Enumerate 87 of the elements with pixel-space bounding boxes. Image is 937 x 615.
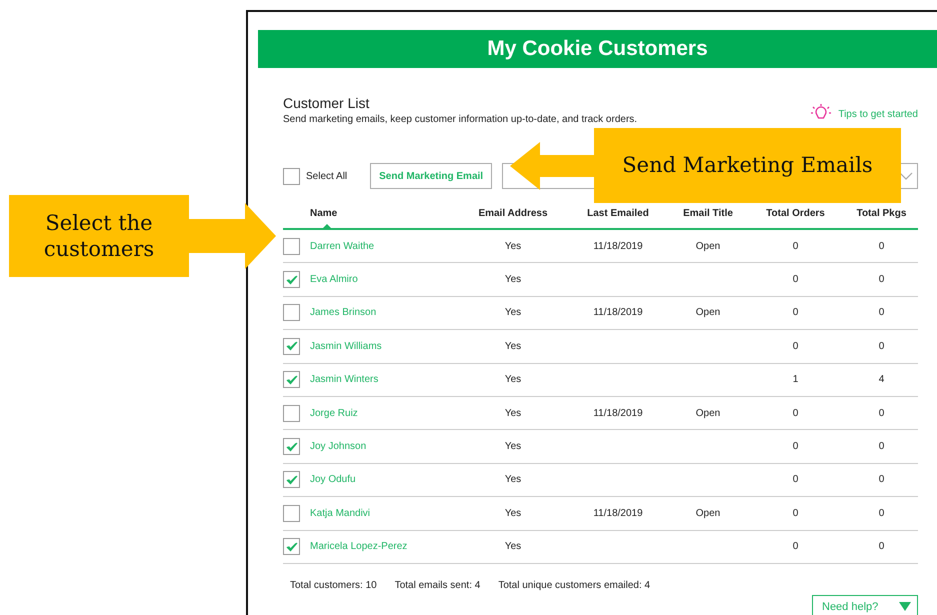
check-icon [286, 542, 298, 552]
section-heading: Customer List [283, 95, 370, 111]
checkbox[interactable] [283, 538, 300, 556]
arrow-left-icon [510, 142, 594, 190]
customer-name-link[interactable]: Katja Mandivi [310, 508, 370, 519]
section-description: Send marketing emails, keep customer information up-to-date, and track orders. [283, 114, 638, 125]
table-cell: 0 [878, 240, 884, 252]
table-cell: Yes [504, 374, 522, 386]
checkbox[interactable] [283, 338, 300, 355]
checkbox[interactable] [283, 371, 300, 388]
table-cell: 0 [792, 508, 798, 519]
table-cell: 11/18/2019 [593, 408, 643, 419]
table-cell: 0 [878, 474, 884, 486]
table-cell: Yes [504, 240, 522, 252]
table-cell: 0 [878, 508, 884, 519]
table-cell: Yes [504, 541, 522, 552]
table-cell: Yes [504, 340, 522, 352]
table-cell: Open [696, 240, 720, 252]
help-dropdown-button[interactable]: Need help? [812, 594, 918, 615]
checkbox[interactable] [283, 438, 300, 456]
checkbox[interactable] [283, 471, 300, 488]
table-cell: Yes [504, 474, 522, 486]
table-cell: 0 [878, 274, 884, 286]
app-title: My Cookie Customers [258, 30, 937, 68]
check-icon [286, 442, 298, 452]
table-cell: Yes [504, 508, 522, 519]
table-cell: Yes [504, 441, 522, 452]
table-cell: Open [696, 508, 720, 519]
table-cell: 11/18/2019 [593, 240, 643, 252]
checkbox[interactable] [283, 168, 300, 184]
table-cell: 11/18/2019 [593, 307, 643, 318]
column-header[interactable]: Name [283, 208, 458, 228]
table-cell: Yes [504, 307, 522, 318]
customer-name-link[interactable]: Eva Almiro [310, 274, 358, 286]
table-cell: 0 [792, 541, 798, 552]
arrow-right-icon [189, 203, 276, 269]
column-header[interactable]: Total Orders [748, 208, 843, 228]
column-header[interactable]: Email Title [668, 208, 748, 228]
checkbox[interactable] [283, 271, 300, 288]
table-cell: 0 [792, 274, 798, 286]
customer-name-link[interactable]: Maricela Lopez-Perez [310, 541, 408, 552]
check-icon [286, 374, 298, 385]
customer-name-link[interactable]: Joy Odufu [310, 474, 356, 486]
table-cell: 0 [878, 408, 884, 419]
customer-name-link[interactable]: Joy Johnson [310, 441, 366, 452]
table-cell: 0 [792, 240, 798, 252]
table-cell: 0 [878, 441, 884, 452]
checkbox[interactable] [283, 404, 300, 422]
check-icon [286, 474, 298, 485]
checkbox[interactable] [283, 238, 300, 255]
customer-name-link[interactable]: James Brinson [310, 307, 376, 318]
chevron-down-icon [899, 171, 913, 181]
table-cell: Open [696, 408, 720, 419]
callout-tooltip: Select the customers [9, 195, 276, 277]
table-cell: Open [696, 307, 720, 318]
send-email-button[interactable]: Send Marketing Email [370, 163, 492, 189]
summary-text: Total customers: 10 [290, 580, 377, 591]
caret-icon [899, 602, 911, 612]
check-icon [286, 274, 298, 285]
customer-name-link[interactable]: Jorge Ruiz [310, 408, 358, 419]
table-cell: 4 [878, 374, 884, 386]
column-header[interactable]: Total Pkgs [843, 208, 920, 228]
customer-name-link[interactable]: Darren Waithe [310, 240, 374, 252]
table-cell: 11/18/2019 [593, 508, 643, 519]
callout-tooltip: Send Marketing Emails [510, 128, 901, 203]
table-cell: 0 [792, 408, 798, 419]
summary-text: Total unique customers emailed: 4 [498, 580, 650, 591]
table-cell: 0 [792, 441, 798, 452]
table-cell: 1 [792, 374, 798, 386]
table-cell: 0 [792, 474, 798, 486]
table-cell: 0 [792, 307, 798, 318]
table-cell: 0 [878, 340, 884, 352]
select-all-label: Select All [306, 170, 348, 182]
checkbox[interactable] [283, 304, 300, 322]
checkbox[interactable] [283, 504, 300, 522]
table-cell: Yes [504, 274, 522, 286]
tips-link[interactable]: Tips to get started [810, 103, 918, 125]
summary-text: Total emails sent: 4 [394, 580, 480, 591]
table-cell: Yes [504, 408, 522, 419]
column-header[interactable]: Last Emailed [568, 208, 668, 228]
table-cell: 0 [792, 340, 798, 352]
table-cell: 0 [878, 541, 884, 552]
check-icon [286, 341, 298, 352]
column-header[interactable]: Email Address [458, 208, 568, 228]
customer-name-link[interactable]: Jasmin Williams [310, 340, 382, 352]
customer-name-link[interactable]: Jasmin Winters [310, 374, 378, 386]
table-cell: 0 [878, 307, 884, 318]
